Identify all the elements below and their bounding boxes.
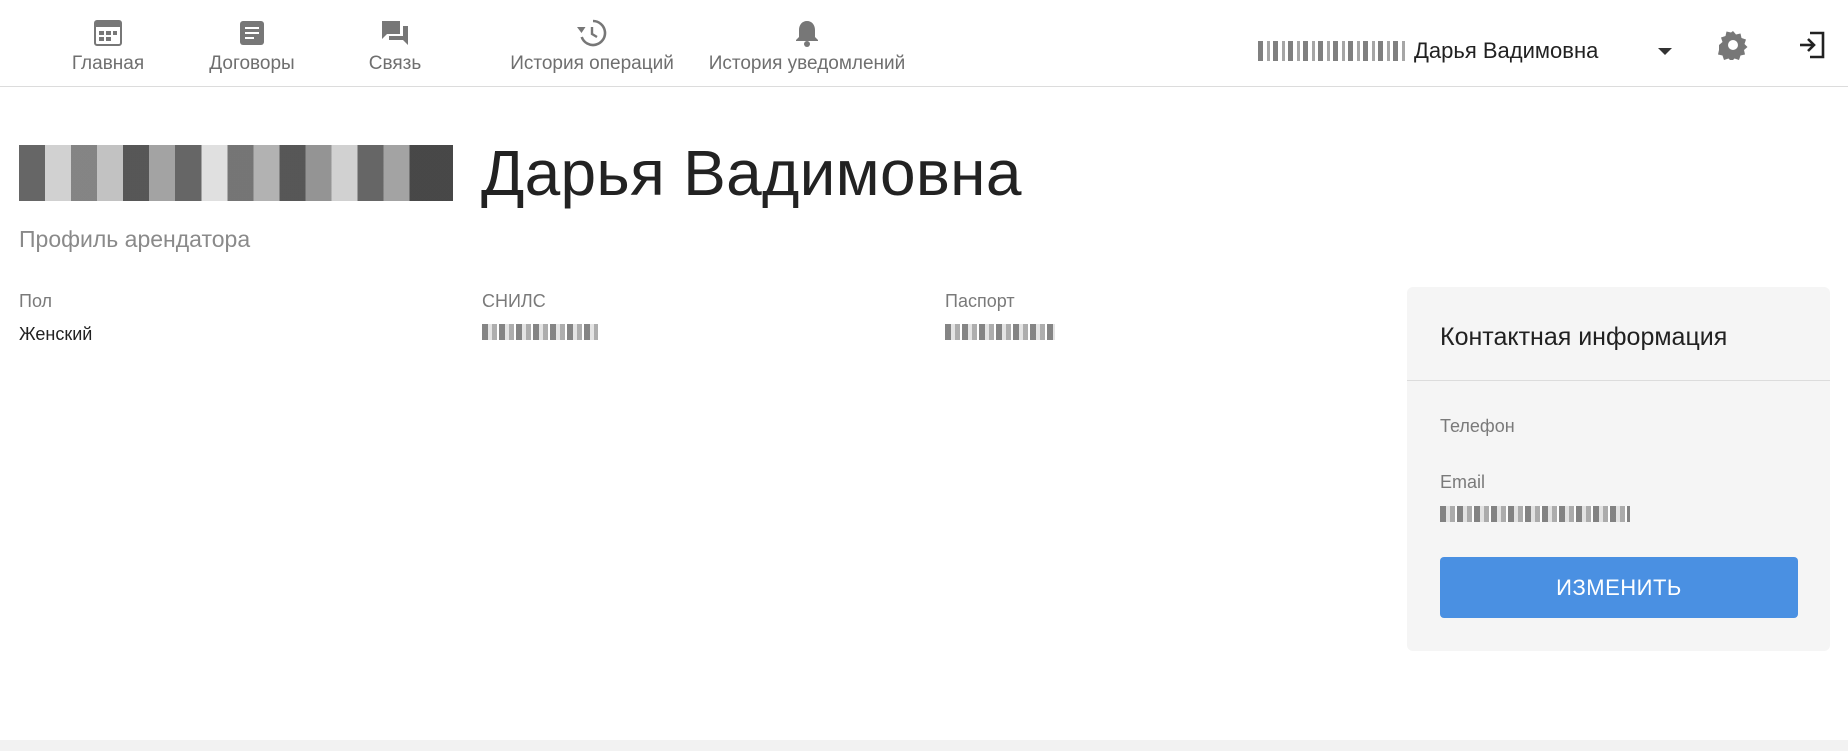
field-label: Паспорт bbox=[945, 291, 1015, 311]
logout-button[interactable] bbox=[1795, 30, 1829, 64]
user-name-text: Дарья Вадимовна bbox=[1414, 38, 1599, 63]
divider bbox=[1407, 380, 1830, 381]
nav-item-operations-history[interactable]: История операций bbox=[492, 0, 692, 87]
page-title-text: Дарья Вадимовна bbox=[481, 137, 1022, 209]
email-value-redacted bbox=[1440, 506, 1630, 527]
redacted-value bbox=[482, 324, 598, 340]
history-icon bbox=[577, 18, 607, 48]
nav-item-label: История операций bbox=[510, 53, 674, 74]
logout-icon bbox=[1798, 31, 1826, 64]
field-snils: СНИЛС bbox=[482, 291, 598, 345]
calendar-icon bbox=[93, 18, 123, 48]
phone-label: Телефон bbox=[1440, 416, 1515, 436]
user-menu-dropdown[interactable]: Дарья Вадимовна bbox=[1258, 36, 1672, 66]
redacted-surname bbox=[1258, 41, 1408, 61]
redacted-value bbox=[1440, 506, 1630, 522]
nav-item-notifications-history[interactable]: История уведомлений bbox=[707, 0, 907, 87]
user-name: Дарья Вадимовна bbox=[1258, 38, 1648, 64]
chat-icon bbox=[380, 18, 410, 48]
nav-item-label: Связь bbox=[368, 53, 422, 74]
main-nav: Главная Договоры Связь История операций … bbox=[62, 0, 907, 87]
footer-strip bbox=[0, 740, 1848, 751]
nav-item-label: Договоры bbox=[209, 53, 295, 74]
document-icon bbox=[237, 18, 267, 48]
page-subtitle: Профиль арендатора bbox=[19, 226, 251, 252]
redacted-surname-title bbox=[19, 145, 453, 201]
bell-icon bbox=[792, 18, 822, 48]
field-label: СНИЛС bbox=[482, 291, 546, 311]
top-navigation-bar: Главная Договоры Связь История операций … bbox=[0, 0, 1848, 87]
chevron-down-icon bbox=[1658, 47, 1672, 55]
field-value-redacted bbox=[482, 324, 598, 345]
settings-button[interactable] bbox=[1716, 30, 1750, 64]
email-label: Email bbox=[1440, 472, 1486, 492]
field-passport: Паспорт bbox=[945, 291, 1055, 345]
nav-item-label: Главная bbox=[71, 53, 145, 74]
nav-item-home[interactable]: Главная bbox=[62, 0, 154, 87]
redacted-value bbox=[945, 324, 1055, 340]
field-label: Пол bbox=[19, 291, 53, 311]
nav-item-label: История уведомлений bbox=[708, 53, 906, 74]
card-title: Контактная информация bbox=[1440, 323, 1728, 351]
field-gender: Пол Женский bbox=[19, 291, 92, 345]
contact-info-card: Контактная информация Телефон Email ИЗМЕ… bbox=[1407, 287, 1830, 651]
gear-icon bbox=[1718, 30, 1748, 65]
field-value-redacted bbox=[945, 324, 1055, 345]
field-value: Женский bbox=[19, 324, 93, 344]
nav-item-contracts[interactable]: Договоры bbox=[184, 0, 320, 87]
nav-item-messages[interactable]: Связь bbox=[355, 0, 435, 87]
edit-contact-button[interactable]: ИЗМЕНИТЬ bbox=[1440, 557, 1798, 618]
page-title: Дарья Вадимовна bbox=[19, 133, 1022, 213]
